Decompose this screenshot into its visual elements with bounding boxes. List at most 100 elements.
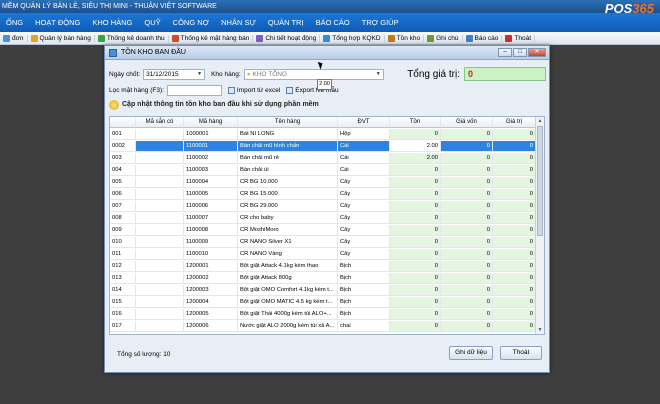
cell-gv[interactable]: 0 [441,261,493,272]
cell-ton[interactable]: 0 [390,129,441,140]
cell-ton[interactable]: 0 [390,177,441,188]
cell-sc[interactable] [136,189,184,200]
cell-gv[interactable]: 0 [441,285,493,296]
table-row[interactable]: 004 1100003 Bàn chải úi Cái 0 0 0 [110,165,536,176]
cell-sc[interactable] [136,321,184,332]
quickbar-item-1[interactable]: Quản lý bán hàng [28,34,95,42]
cell-ton[interactable]: 0 [390,165,441,176]
table-row[interactable]: 016 1200005 Bột giặt Thái 4000g kèm túi AL… [110,309,536,320]
cell-ton[interactable]: 0 [390,201,441,212]
cell-sc[interactable] [136,141,184,152]
menu-item-7[interactable]: BÁO CÁO [310,18,356,27]
cell-gv[interactable]: 0 [441,213,493,224]
date-picker[interactable]: 31/12/2015 ▼ [143,68,206,80]
cell-sc[interactable] [136,273,184,284]
quickbar-item-5[interactable]: Tổng hợp KQKD [320,34,385,42]
cell-gv[interactable]: 0 [441,189,493,200]
cell-gv[interactable]: 0 [441,165,493,176]
menu-item-1[interactable]: HOẠT ĐỘNG [29,18,86,27]
grid-vertical-scrollbar[interactable]: ▲ ▼ [535,117,544,334]
table-row[interactable]: 007 1100006 CR BG 29.000 Cây 0 0 0 [110,201,536,212]
cell-gv[interactable]: 0 [441,153,493,164]
cell-gv[interactable]: 0 [441,129,493,140]
table-row[interactable]: 009 1100008 CR MoshiMoro Cây 0 0 0 [110,225,536,236]
cell-ton[interactable]: 0 [390,189,441,200]
table-row[interactable]: 013 1200002 Bột giặt Attack 800g Bịch 0 0 0 [110,273,536,284]
menu-item-2[interactable]: KHO HÀNG [86,18,138,27]
table-row[interactable]: 012 1200001 Bột giặt Attack 4.1kg kèm thao… [110,261,536,272]
cell-gv[interactable]: 0 [441,141,493,152]
quickbar-item-0[interactable]: đơn [0,34,28,42]
cell-sc[interactable] [136,261,184,272]
cell-gv[interactable]: 0 [441,273,493,284]
close-button[interactable]: ✕ [528,48,546,57]
cell-gv[interactable]: 0 [441,321,493,332]
cell-sc[interactable] [136,129,184,140]
header-cost[interactable]: Giá vốn [441,117,493,128]
menu-item-5[interactable]: NHÂN SỰ [215,18,262,27]
quickbar-item-8[interactable]: Báo cáo [463,34,503,42]
header-stock[interactable]: Tồn [390,117,441,128]
menu-item-8[interactable]: TRỢ GIÚP [356,18,405,27]
cell-sc[interactable] [136,249,184,260]
cell-ton[interactable]: 0 [390,261,441,272]
scroll-up-icon[interactable]: ▲ [537,118,543,124]
cell-ton[interactable]: 0 [390,237,441,248]
cell-sc[interactable] [136,165,184,176]
cell-ton[interactable]: 0 [390,213,441,224]
cell-sc[interactable] [136,177,184,188]
quickbar-item-3[interactable]: Thống kê mặt hàng bán [169,34,254,42]
exit-button[interactable]: Thoát [500,346,542,360]
table-row[interactable]: 005 1100004 CR BG 10.000 Cây 0 0 0 [110,177,536,188]
warehouse-select[interactable]: ● KHO TỔNG ▼ [243,68,384,80]
table-row[interactable]: 003 1100002 Bàn chải mũ rẻ Cái 2.00 0 0 [110,153,536,164]
cell-ton[interactable]: 0 [390,309,441,320]
cell-gv[interactable]: 0 [441,201,493,212]
cell-ton[interactable]: 2.00 [390,153,441,164]
cell-ton[interactable]: 0 [390,321,441,332]
table-row[interactable]: 011 1100010 CR NANO Vàng Cây 0 0 0 [110,249,536,260]
cell-gv[interactable]: 0 [441,225,493,236]
cell-sc[interactable] [136,309,184,320]
header-value[interactable]: Giá trị [493,117,536,128]
cell-ton[interactable]: 0 [390,249,441,260]
header-unit[interactable]: ĐVT [338,117,390,128]
maximize-button[interactable]: □ [513,48,527,57]
cell-gv[interactable]: 0 [441,297,493,308]
cell-sc[interactable] [136,237,184,248]
menu-item-6[interactable]: QUẢN TRỊ [262,18,310,27]
table-row[interactable]: 015 1200004 Bột giặt OMO MATIC 4.5 kg kèm … [110,297,536,308]
cell-gv[interactable]: 0 [441,177,493,188]
quickbar-item-7[interactable]: Ghi chú [424,34,463,42]
header-item-name[interactable]: Tên hàng [238,117,338,128]
cell-sc[interactable] [136,213,184,224]
cell-gv[interactable]: 0 [441,237,493,248]
cell-sc[interactable] [136,225,184,236]
minimize-button[interactable]: – [498,48,512,57]
search-input[interactable] [166,84,222,96]
quickbar-item-4[interactable]: Chi tiết hoạt động [253,34,321,42]
cell-ton[interactable]: 2.00 [390,141,441,152]
quickbar-item-9[interactable]: Thoát [502,34,536,42]
cell-sc[interactable] [136,153,184,164]
cell-sc[interactable] [136,285,184,296]
cell-ton[interactable]: 0 [390,225,441,236]
cell-gv[interactable]: 0 [441,309,493,320]
cell-ton[interactable]: 0 [390,285,441,296]
stock-edit-dropdown[interactable]: 2.00 [317,79,332,90]
menu-item-0[interactable]: ỐNG [0,18,29,27]
scroll-thumb[interactable] [537,126,543,236]
scroll-down-icon[interactable]: ▼ [537,327,543,333]
menu-item-4[interactable]: CÔNG NỢ [167,18,215,27]
table-row[interactable]: 008 1100007 CR cho baby Cây 0 0 0 [110,213,536,224]
table-row[interactable]: 017 1200006 Nước giặt ALO 2000g kèm túi xả… [110,321,536,332]
import-excel-button[interactable]: Import từ excel [227,86,280,94]
cell-ton[interactable]: 0 [390,297,441,308]
table-row[interactable]: 014 1200003 Bột giặt OMO Comfort 4.1kg kèm… [110,285,536,296]
table-row[interactable]: 0002 1100001 Bàn chải mũ hình chấn Cái 2.00 0… [110,141,536,152]
header-available-code[interactable]: Mã sắn có [136,117,184,128]
header-item-code[interactable]: Mã hàng [184,117,238,128]
quickbar-item-2[interactable]: Thống kê doanh thu [95,34,169,42]
menu-item-3[interactable]: QUỸ [138,18,166,27]
cell-sc[interactable] [136,297,184,308]
